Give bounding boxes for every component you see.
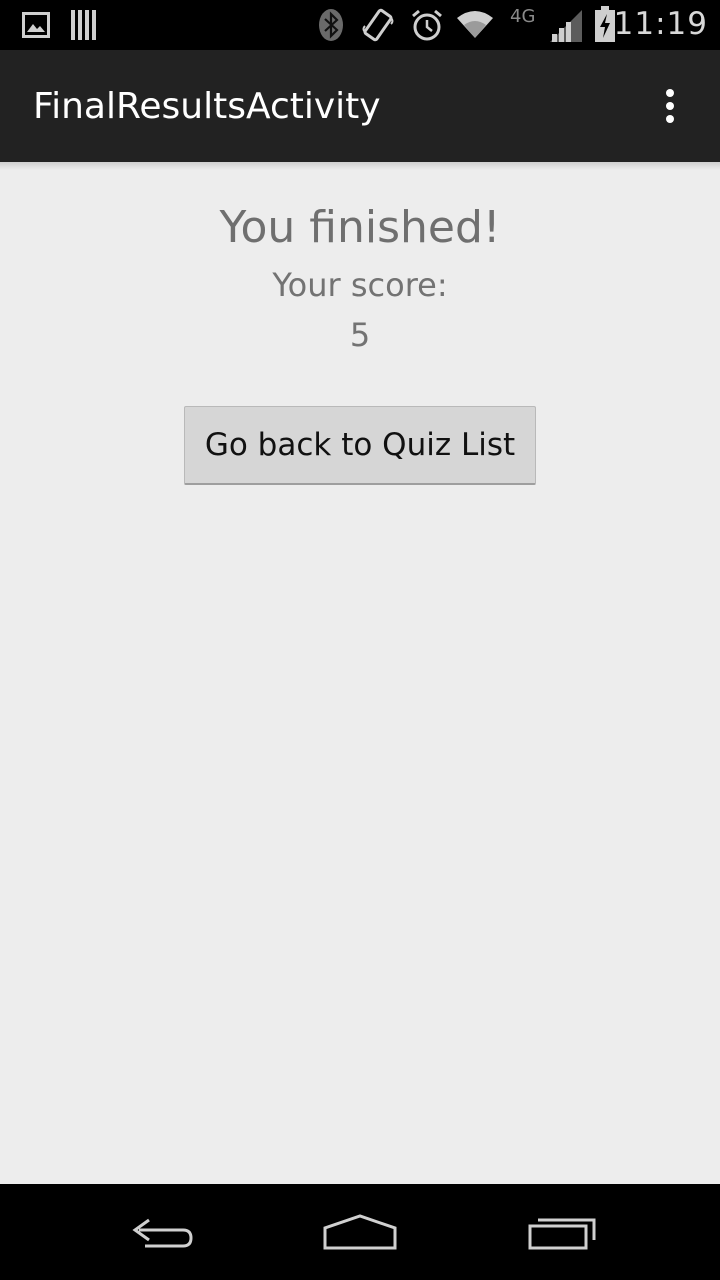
go-back-to-quiz-list-button[interactable]: Go back to Quiz List	[184, 406, 536, 485]
vibrate-icon	[362, 8, 394, 42]
alarm-icon	[412, 9, 442, 41]
score-value: 5	[349, 316, 371, 354]
bluetooth-icon	[319, 9, 343, 41]
back-icon	[132, 1218, 193, 1248]
action-bar: FinalResultsActivity	[0, 50, 720, 162]
barcode-icon	[71, 10, 96, 40]
activity-title: FinalResultsActivity	[33, 86, 381, 127]
home-icon	[323, 1214, 397, 1250]
wifi-icon	[457, 11, 493, 38]
image-icon	[22, 12, 50, 38]
home-button[interactable]	[310, 1202, 410, 1262]
status-bar: 4G 11:19	[0, 0, 720, 50]
finished-heading: You finished!	[219, 202, 501, 253]
back-button[interactable]	[110, 1202, 210, 1262]
score-label: Your score:	[272, 266, 448, 304]
clock-time: 11:19	[613, 6, 708, 42]
recent-apps-button[interactable]	[512, 1202, 612, 1262]
overflow-menu-icon[interactable]	[650, 86, 690, 126]
navigation-bar	[0, 1184, 720, 1280]
overflow-dot	[666, 102, 674, 110]
network-type-label: 4G	[510, 6, 536, 27]
recent-apps-icon	[528, 1218, 596, 1250]
action-bar-shadow	[0, 162, 720, 170]
content-area: You finished! Your score: 5 Go back to Q…	[0, 162, 720, 1184]
overflow-dot	[666, 115, 674, 123]
overflow-dot	[666, 89, 674, 97]
signal-icon	[550, 10, 582, 42]
